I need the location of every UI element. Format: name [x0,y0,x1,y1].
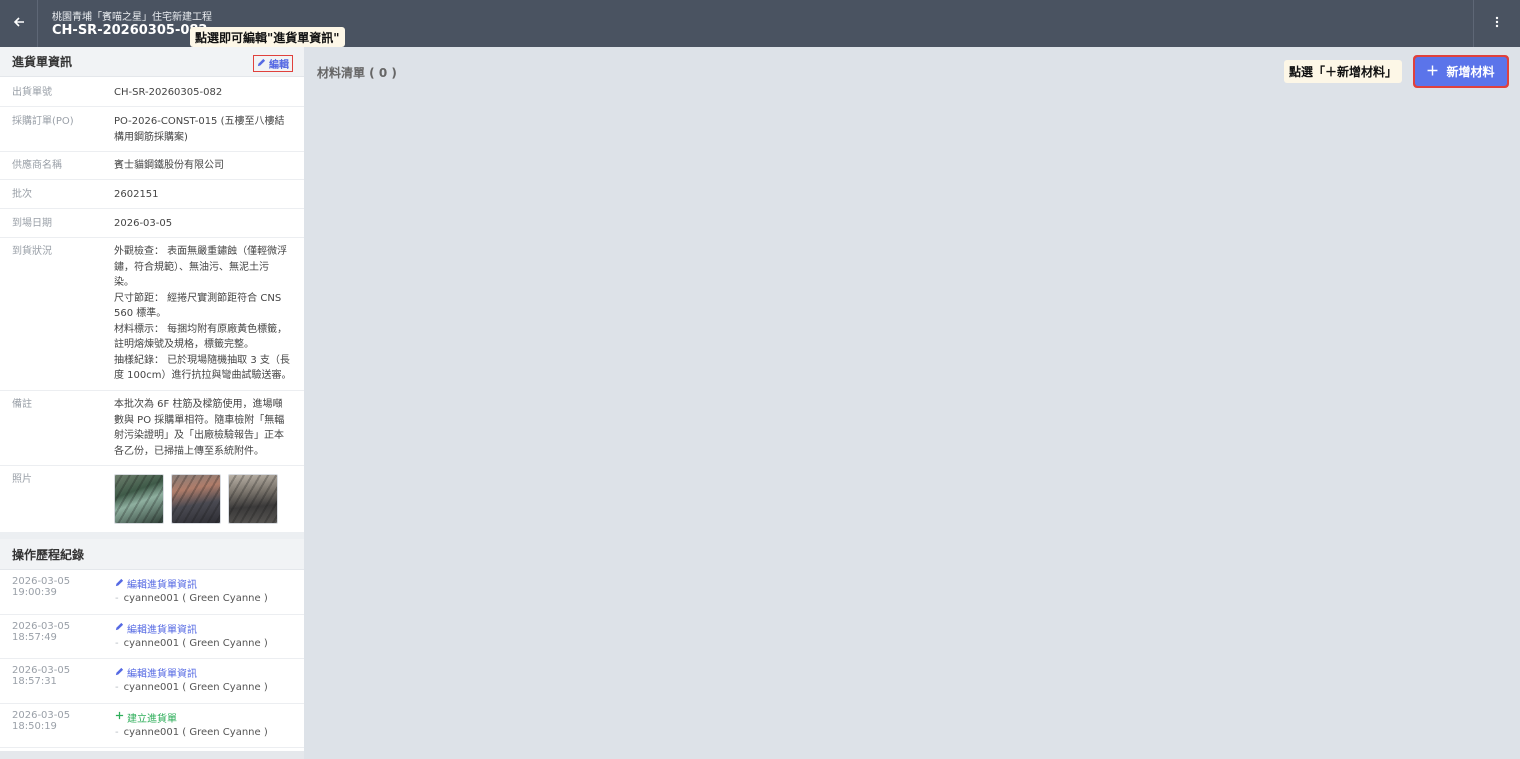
info-section-header: 進貨單資訊 編輯 [0,47,304,77]
status-line: 抽樣紀錄： 已於現場隨機抽取 3 支（長 [114,354,290,366]
info-value: 外觀檢查： 表面無嚴重鏽蝕（僅輕微浮 鏽，符合規範）、無油污、無泥土污 染。 尺… [114,244,294,390]
material-list-title: 材料清單 ( 0 ) [317,66,397,80]
history-entry: 2026-03-05 18:50:19 建立進貨單 - cyanne001 ( G… [0,704,304,748]
info-row-po: 採購訂單(PO) PO-2026-CONST-015 (五樓至八樓結構用鋼筋採購… [0,107,304,152]
history-time: 2026-03-05 18:57:49 [12,620,71,643]
info-label: 到貨狀況 [12,246,52,257]
back-button[interactable] [0,0,38,47]
history-user-name: cyanne001 ( Green Cyanne ) [123,726,268,738]
add-material-button-face: 新增材料 [1415,57,1507,86]
info-row-batch: 批次 2602151 [0,180,304,209]
history-action-label: 編輯進貨單資訊 [127,669,197,680]
plus-icon [115,711,124,723]
info-label: 照片 [12,474,32,485]
status-line: 註明熔煉號及規格，標籤完整。 [114,339,254,350]
history-time: 2026-03-05 18:57:31 [12,665,71,687]
status-line: 染。 [114,277,134,288]
pencil-icon [115,578,124,590]
pencil-icon [257,58,266,70]
history-entry: 2026-03-05 18:57:31 編輯進貨單資訊 - cyanne001 (… [0,659,304,704]
info-section-title: 進貨單資訊 [12,55,73,69]
status-line: 鏽，符合規範）、無油污、無泥土污 [114,261,269,273]
project-name: 桃園青埔「賓喵之星」住宅新建工程 [52,12,212,23]
info-row-photos: 照片 [0,466,304,532]
history-action-label: 編輯進貨單資訊 [127,580,197,591]
history-action: 建立進貨單 [115,710,268,725]
history-user: - cyanne001 ( Green Cyanne ) [115,637,268,649]
history-user: - cyanne001 ( Green Cyanne ) [115,726,268,738]
status-line: 材料標示： 每捆均附有原廠黃色標籤， [114,323,288,335]
info-label: 到場日期 [12,218,52,229]
remark-line: 數與 PO 採購單相符。隨車檢附「無輻 [114,414,285,426]
arrow-left-icon [13,16,25,32]
history-action-label: 編輯進貨單資訊 [127,624,197,636]
photo-list [114,472,278,532]
more-vertical-icon [1495,16,1499,31]
edit-hint-callout: 點選即可編輯"進貨單資訊" [190,27,345,47]
info-value: PO-2026-CONST-015 (五樓至八樓結構用鋼筋採購案) [114,116,285,143]
panel-bottom-strip [0,751,304,759]
status-line: 外觀檢查： 表面無嚴重鏽蝕（僅輕微浮 [114,246,288,257]
remark-line: 射污染證明」及「出廠檢驗報告」正本 [114,430,284,441]
add-material-label: 新增材料 [1446,65,1495,79]
add-hint-callout: 點選「＋新增材料」 [1284,60,1403,83]
info-row-arrival-status: 到貨狀況 外觀檢查： 表面無嚴重鏽蝕（僅輕微浮 鏽，符合規範）、無油污、無泥土污… [0,238,304,391]
status-line: 560 標準。 [114,308,167,319]
status-line: 尺寸節距： 經捲尺實測節距符合 CNS [114,292,282,304]
remark-line: 本批次為 6F 柱筋及樑筋使用，進場噸 [114,399,283,410]
history-action: 編輯進貨單資訊 [115,576,268,591]
edit-button[interactable]: 編輯 [253,55,293,72]
history-section-header: 操作歷程紀錄 [0,539,304,570]
remark-line: 各乙份，已掃描上傳至系統附件。 [114,445,264,457]
info-row-supplier: 供應商名稱 賓士貓鋼鐵股份有限公司 [0,152,304,180]
history-user-name: cyanne001 ( Green Cyanne ) [123,637,268,649]
info-value: 2026-03-05 [114,218,173,229]
history-action-label: 建立進貨單 [127,713,177,725]
info-label: 採購訂單(PO) [12,116,74,127]
history-user-name: cyanne001 ( Green Cyanne ) [123,682,268,693]
history-action: 編輯進貨單資訊 [115,665,268,680]
info-label: 出貨單號 [12,87,52,98]
info-value: 賓士貓鋼鐵股份有限公司 [114,160,224,171]
history-user: - cyanne001 ( Green Cyanne ) [115,682,268,693]
photo-thumbnail[interactable] [114,474,164,524]
info-value: CH-SR-20260305-082 [114,87,223,98]
edit-label: 編輯 [269,60,289,71]
info-label: 批次 [12,189,32,200]
info-label: 備註 [12,399,32,410]
history-entry: 2026-03-05 19:00:39 編輯進貨單資訊 - cyanne001 (… [0,570,304,615]
pencil-icon [115,622,124,634]
history-time: 2026-03-05 18:50:19 [12,709,71,732]
doc-number: CH-SR-20260305-082 [52,23,208,38]
info-value: 本批次為 6F 柱筋及樑筋使用，進場噸 數與 PO 採購單相符。隨車檢附「無輻 … [114,397,294,465]
history-action: 編輯進貨單資訊 [115,621,268,636]
more-button[interactable] [1473,0,1520,47]
left-panel: 進貨單資訊 編輯 出貨單號 CH-SR-20260305-082 採購訂單(PO… [0,47,304,759]
pencil-icon [115,667,124,679]
history-entry: 2026-03-05 18:57:49 編輯進貨單資訊 - cyanne001 (… [0,615,304,659]
history-user: - cyanne001 ( Green Cyanne ) [115,593,268,604]
history-section-title: 操作歷程紀錄 [12,547,85,562]
plus-icon [1427,65,1438,79]
photo-thumbnail[interactable] [228,474,278,524]
info-label: 供應商名稱 [12,160,62,171]
section-divider [0,532,304,539]
add-material-button[interactable]: 新增材料 [1413,55,1509,88]
info-row-arrival-date: 到場日期 2026-03-05 [0,209,304,238]
history-time: 2026-03-05 19:00:39 [12,576,71,598]
history-user-name: cyanne001 ( Green Cyanne ) [123,593,268,604]
info-value: 2602151 [114,189,159,200]
info-row-shipment-no: 出貨單號 CH-SR-20260305-082 [0,77,304,107]
info-row-remarks: 備註 本批次為 6F 柱筋及樑筋使用，進場噸 數與 PO 採購單相符。隨車檢附「… [0,391,304,466]
photo-thumbnail[interactable] [171,474,221,524]
status-line: 度 100cm）進行抗拉與彎曲試驗送審。 [114,370,292,381]
